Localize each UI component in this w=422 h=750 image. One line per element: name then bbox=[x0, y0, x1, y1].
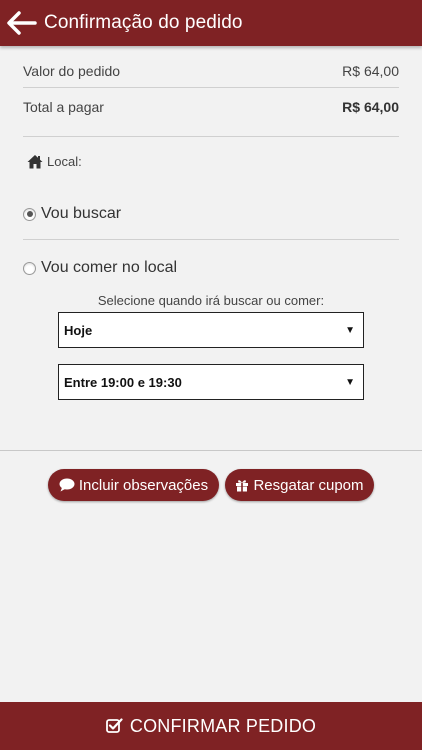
option-comer-no-local[interactable]: Vou comer no local bbox=[23, 259, 177, 277]
schedule-prompt: Selecione quando irá buscar ou comer: bbox=[97, 293, 325, 308]
redeem-coupon-button[interactable]: Resgatar cupom bbox=[225, 469, 374, 501]
total-label: Total a pagar bbox=[23, 99, 104, 115]
day-select-value: Hoje bbox=[64, 322, 93, 338]
check-square-icon bbox=[105, 718, 123, 733]
caret-down-icon: ▼ bbox=[345, 324, 355, 336]
total-row: Total a pagar R$ 64,00 bbox=[23, 96, 399, 118]
day-select[interactable]: Hoje ▼ bbox=[58, 312, 364, 348]
comment-icon bbox=[59, 478, 75, 492]
divider bbox=[23, 239, 399, 240]
caret-down-icon: ▼ bbox=[345, 376, 355, 388]
local-label: Local: bbox=[47, 154, 82, 169]
radio-selected[interactable] bbox=[23, 207, 36, 221]
time-select[interactable]: Entre 19:00 e 19:30 ▼ bbox=[58, 364, 364, 400]
gift-icon bbox=[236, 480, 249, 492]
time-select-value: Entre 19:00 e 19:30 bbox=[64, 374, 182, 390]
divider bbox=[23, 87, 399, 88]
app-header: Confirmação do pedido bbox=[0, 0, 422, 46]
order-value: R$ 64,00 bbox=[342, 63, 399, 79]
radio-unselected[interactable] bbox=[23, 261, 36, 275]
include-notes-button[interactable]: Incluir observações bbox=[48, 469, 219, 501]
total-value: R$ 64,00 bbox=[342, 99, 399, 115]
order-value-row: Valor do pedido R$ 64,00 bbox=[23, 60, 399, 82]
back-button[interactable] bbox=[2, 0, 42, 46]
home-icon bbox=[27, 155, 43, 169]
divider bbox=[23, 136, 399, 137]
redeem-coupon-label: Resgatar cupom bbox=[253, 476, 364, 494]
option-vou-buscar[interactable]: Vou buscar bbox=[23, 205, 121, 223]
local-heading: Local: bbox=[27, 154, 82, 169]
option-label: Vou buscar bbox=[41, 205, 122, 222]
option-label: Vou comer no local bbox=[41, 259, 178, 276]
arrow-left-icon bbox=[7, 11, 37, 35]
include-notes-label: Incluir observações bbox=[78, 476, 209, 494]
order-value-label: Valor do pedido bbox=[23, 63, 121, 79]
section-divider bbox=[0, 450, 422, 451]
confirm-order-button[interactable]: CONFIRMAR PEDIDO bbox=[0, 702, 422, 750]
page-title: Confirmação do pedido bbox=[44, 12, 243, 33]
confirm-order-label: CONFIRMAR PEDIDO bbox=[129, 715, 317, 736]
